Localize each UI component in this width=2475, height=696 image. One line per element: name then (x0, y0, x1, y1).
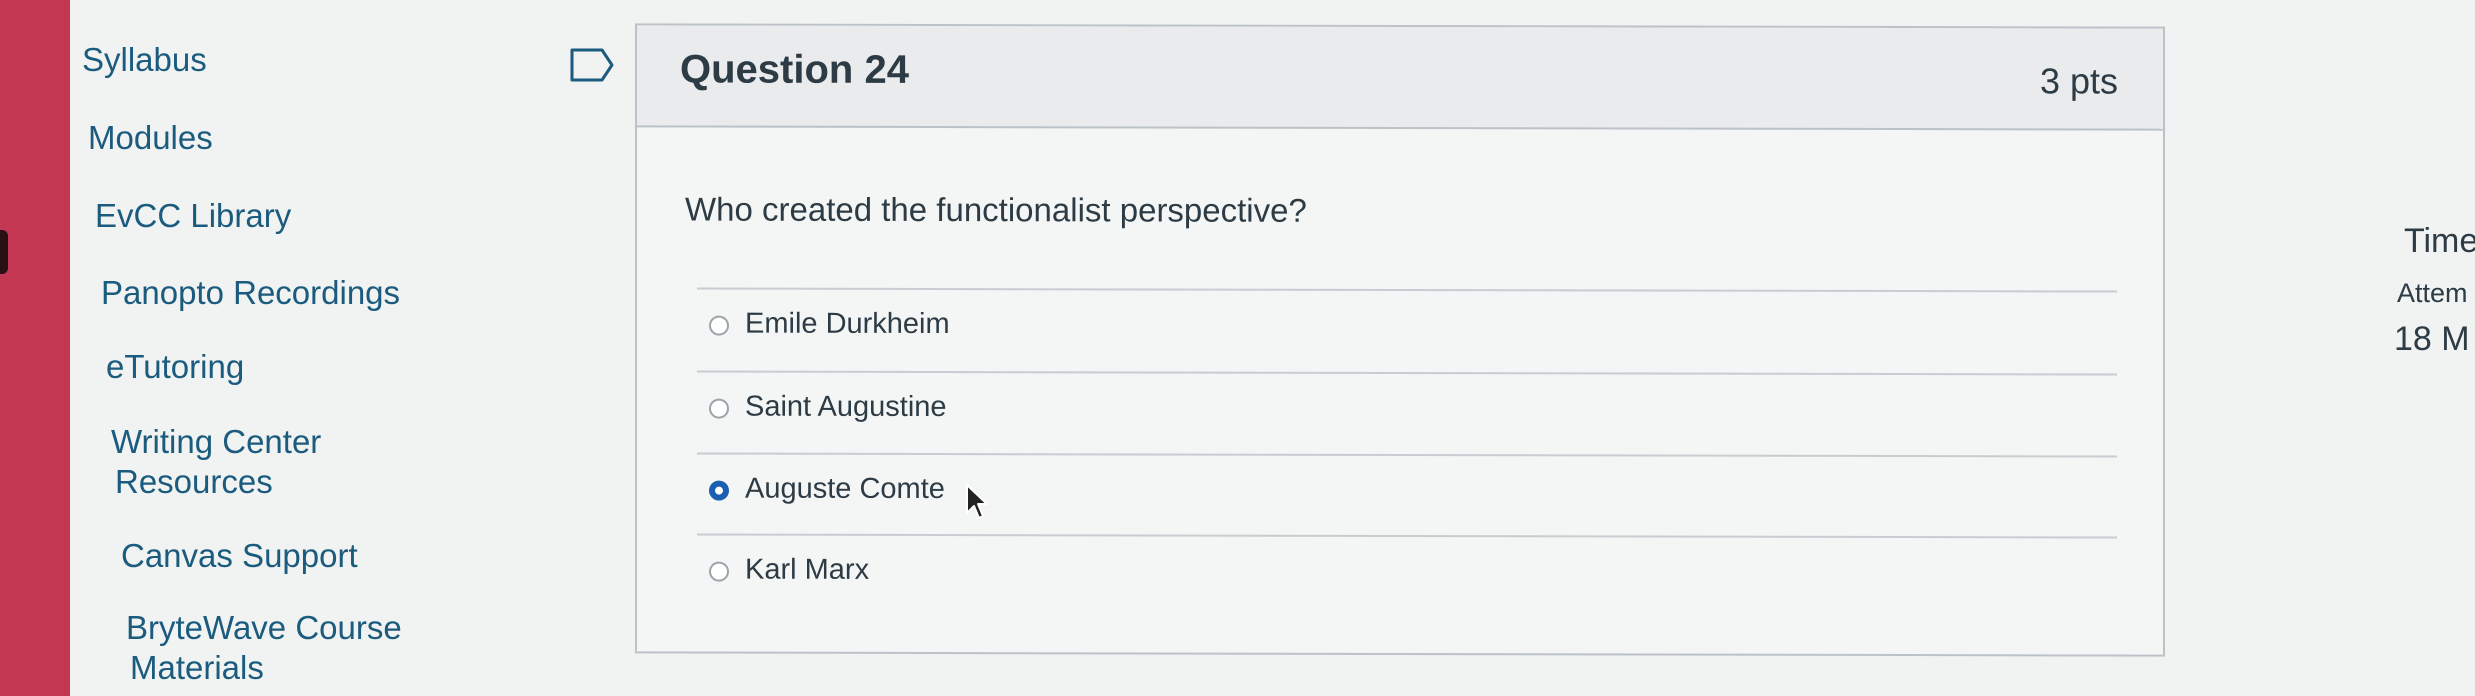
sidebar-item-syllabus[interactable]: Syllabus (82, 40, 207, 80)
sidebar-item-label: Canvas Support (121, 537, 358, 574)
radio-button-selected[interactable] (709, 480, 729, 501)
sidebar-item-etutoring[interactable]: eTutoring (106, 347, 244, 387)
sidebar-item-label: BryteWave Course (126, 609, 402, 646)
mouse-pointer-icon (965, 483, 989, 523)
answer-label[interactable]: Emile Durkheim (745, 308, 950, 341)
sidebar-item-canvas-support[interactable]: Canvas Support (121, 536, 358, 576)
sidebar-item-label: Materials (130, 649, 264, 686)
answer-divider (697, 287, 2117, 293)
question-header: Question 24 3 pts (637, 25, 2163, 131)
sidebar-item-label: Modules (88, 119, 213, 156)
answer-option[interactable]: Karl Marx (697, 533, 2117, 617)
answer-divider (697, 370, 2117, 376)
minutes-value: 18 M (2394, 320, 2470, 358)
flag-icon[interactable] (570, 48, 614, 82)
sidebar-item-panopto-recordings[interactable]: Panopto Recordings (101, 273, 400, 313)
radio-button[interactable] (709, 561, 729, 582)
answer-label[interactable]: Karl Marx (745, 554, 869, 587)
sidebar-item-label: EvCC Library (95, 197, 292, 234)
question-text: Who created the functionalist perspectiv… (685, 190, 1307, 229)
answer-label[interactable]: Auguste Comte (745, 473, 945, 506)
question-points: 3 pts (2039, 60, 2118, 102)
global-nav-strip (0, 0, 70, 696)
sidebar-item-writing-center-resources[interactable]: Writing Center Resources (111, 422, 321, 502)
question-title: Question 24 (680, 47, 909, 92)
question-card: Question 24 3 pts Who created the functi… (635, 23, 2165, 657)
answer-option[interactable]: Saint Augustine (697, 370, 2117, 454)
sidebar-item-label: Resources (115, 463, 273, 500)
sidebar-item-brytewave-course-materials[interactable]: BryteWave Course Materials (126, 608, 402, 688)
answer-divider (697, 452, 2117, 458)
radio-button[interactable] (709, 398, 729, 419)
sidebar-item-label: eTutoring (106, 348, 245, 385)
sidebar-item-label: Syllabus (82, 41, 207, 78)
course-navigation: Syllabus Modules EvCC Library Panopto Re… (70, 0, 570, 696)
sidebar-item-evcc-library[interactable]: EvCC Library (95, 196, 291, 236)
radio-button[interactable] (709, 315, 729, 336)
sidebar-item-modules[interactable]: Modules (88, 118, 213, 158)
answer-option[interactable]: Emile Durkheim (697, 287, 2117, 371)
attempt-label: Attem (2397, 278, 2468, 308)
answer-label[interactable]: Saint Augustine (745, 391, 947, 424)
sidebar-item-label: Writing Center (111, 423, 322, 460)
answer-option[interactable]: Auguste Comte (697, 452, 2117, 536)
sidebar-item-label: Panopto Recordings (101, 274, 401, 311)
time-label: Time (2404, 222, 2475, 260)
